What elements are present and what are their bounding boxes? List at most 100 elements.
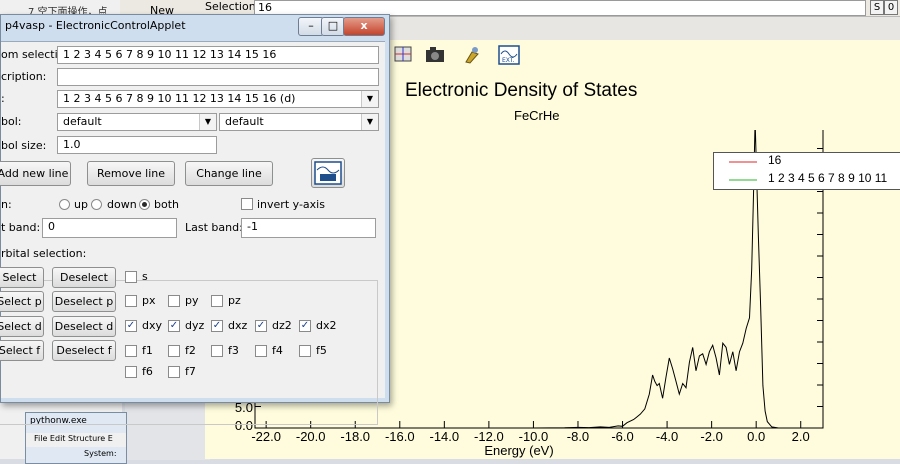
description-input[interactable] xyxy=(57,68,379,86)
orbital-dxz-checkbox[interactable]: ✓ xyxy=(211,320,223,332)
chart-legend: 16 1 2 3 4 5 6 7 8 9 10 11 xyxy=(713,152,900,190)
orbital-dxz-label: dxz xyxy=(228,319,248,332)
legend-swatch-red xyxy=(729,161,757,163)
x-axis-label: Energy (eV) xyxy=(484,443,553,458)
line-dropdown[interactable]: 1 2 3 4 5 6 7 8 9 10 11 12 13 14 15 16 (… xyxy=(57,90,379,108)
dialog-title: p4vasp - ElectronicControlApplet xyxy=(5,19,186,32)
electronic-control-dialog[interactable]: p4vasp - ElectronicControlApplet – □ x o… xyxy=(0,14,390,425)
orbital-px-checkbox[interactable] xyxy=(125,295,137,307)
orbital-px-label: px xyxy=(142,294,156,307)
orbital-f7-checkbox[interactable] xyxy=(168,366,180,378)
symbol-dropdown-2-value: default xyxy=(225,115,264,128)
x-tick-label-10: -2.0 xyxy=(700,429,722,444)
export-icon[interactable]: EXT. xyxy=(497,44,521,66)
orbital-f4-label: f4 xyxy=(272,344,283,357)
legend-label-16: 16 xyxy=(768,153,782,167)
chevron-down-icon[interactable]: ▼ xyxy=(361,114,378,130)
chevron-down-icon[interactable]: ▼ xyxy=(361,91,378,107)
orbital-py-checkbox[interactable] xyxy=(168,295,180,307)
spin-both-label: both xyxy=(154,198,179,211)
x-tick-label-0: -22.0 xyxy=(251,429,281,444)
grid-icon[interactable] xyxy=(392,44,416,66)
orbital-dxy-checkbox[interactable]: ✓ xyxy=(125,320,137,332)
select-all-button[interactable]: Select all xyxy=(0,267,44,303)
pythonw-menubar[interactable]: File Edit Structure E xyxy=(26,433,126,447)
invert-y-axis-checkbox[interactable] xyxy=(241,198,253,210)
orbital-s-label: s xyxy=(142,270,148,283)
spin-up-radio[interactable] xyxy=(59,199,70,210)
chevron-down-icon[interactable]: ▼ xyxy=(199,114,216,130)
orbital-f1-checkbox[interactable] xyxy=(125,345,137,357)
spin-both-radio[interactable] xyxy=(139,199,150,210)
embed-button[interactable] xyxy=(311,158,345,188)
select-d-button[interactable]: Select d xyxy=(0,316,44,337)
orbital-f7-label: f7 xyxy=(185,365,196,378)
orbital-pz-label: pz xyxy=(228,294,241,307)
orbital-f3-checkbox[interactable] xyxy=(211,345,223,357)
orbital-f5-checkbox[interactable] xyxy=(299,345,311,357)
symbol-dropdown-1[interactable]: default ▼ xyxy=(57,113,217,131)
x-tick-label-3: -16.0 xyxy=(385,429,415,444)
orbital-dz2-label: dz2 xyxy=(272,319,292,332)
orbital-dx2-label: dx2 xyxy=(316,319,337,332)
orbital-f2-checkbox[interactable] xyxy=(168,345,180,357)
last-band-input[interactable]: -1 xyxy=(241,218,376,238)
remove-line-button[interactable]: Remove line xyxy=(87,161,175,186)
description-label: cription: xyxy=(1,70,47,83)
first-band-label: t band: xyxy=(1,221,41,234)
symbol-label: bol: xyxy=(1,115,22,128)
close-button[interactable]: x xyxy=(343,17,385,36)
orbital-dyz-label: dyz xyxy=(185,319,205,332)
zero-button[interactable]: 0 xyxy=(884,0,898,15)
orbital-dxy-label: dxy xyxy=(142,319,163,332)
selection-label: Selection: xyxy=(205,0,260,13)
x-tick-label-2: -18.0 xyxy=(340,429,370,444)
orbital-dz2-checkbox[interactable]: ✓ xyxy=(255,320,267,332)
orbital-py-label: py xyxy=(185,294,199,307)
embed-icon xyxy=(314,161,342,185)
x-tick-label-7: -8.0 xyxy=(567,429,589,444)
symbol-size-label: bol size: xyxy=(1,139,47,152)
x-tick-label-11: 0.0 xyxy=(747,429,765,444)
spin-up-label: up xyxy=(74,198,88,211)
pin-icon[interactable] xyxy=(460,44,484,66)
select-p-button[interactable]: Select p xyxy=(0,291,44,312)
orbital-dyz-checkbox[interactable]: ✓ xyxy=(168,320,180,332)
x-tick-label-9: -4.0 xyxy=(656,429,678,444)
pythonw-menu-items[interactable]: File Edit Structure E xyxy=(34,434,113,443)
deselect-f-button[interactable]: Deselect f xyxy=(52,340,116,361)
orbital-f3-label: f3 xyxy=(228,344,239,357)
select-f-button[interactable]: Select f xyxy=(0,340,44,361)
symbol-size-input[interactable]: 1.0 xyxy=(57,136,217,154)
add-new-line-button[interactable]: Add new line xyxy=(0,161,71,186)
s-button[interactable]: S xyxy=(870,0,884,15)
legend-swatch-green xyxy=(729,179,757,181)
orbital-dx2-checkbox[interactable]: ✓ xyxy=(299,320,311,332)
orbital-s-checkbox[interactable] xyxy=(125,271,137,283)
legend-label-atoms: 1 2 3 4 5 6 7 8 9 10 11 xyxy=(768,171,888,185)
maximize-button[interactable]: □ xyxy=(321,17,345,36)
orbital-f2-label: f2 xyxy=(185,344,196,357)
first-band-input[interactable]: 0 xyxy=(42,218,177,238)
camera-icon[interactable] xyxy=(424,44,448,66)
orbital-f6-label: f6 xyxy=(142,365,153,378)
orbital-f5-label: f5 xyxy=(316,344,327,357)
symbol-dropdown-2[interactable]: default ▼ xyxy=(219,113,379,131)
deselect-d-button[interactable]: Deselect d xyxy=(52,316,116,337)
deselect-p-button[interactable]: Deselect p xyxy=(52,291,116,312)
invert-y-axis-label: invert y-axis xyxy=(257,198,325,211)
atom-selection-input[interactable]: 1 2 3 4 5 6 7 8 9 10 11 12 13 14 15 16 xyxy=(57,46,379,64)
line-label: : xyxy=(1,92,5,105)
last-band-label: Last band: xyxy=(185,221,243,234)
orbital-f4-checkbox[interactable] xyxy=(255,345,267,357)
orbital-f6-checkbox[interactable] xyxy=(125,366,137,378)
spin-down-radio[interactable] xyxy=(91,199,102,210)
x-tick-label-4: -14.0 xyxy=(430,429,460,444)
deselect-all-button[interactable]: Deselect all xyxy=(52,267,116,303)
pythonw-system-label: System: xyxy=(84,449,117,458)
selection-value: 16 xyxy=(258,1,272,14)
spin-label: n: xyxy=(1,198,12,211)
change-line-button[interactable]: Change line xyxy=(185,161,273,186)
orbital-pz-checkbox[interactable] xyxy=(211,295,223,307)
x-tick-label-5: -12.0 xyxy=(474,429,504,444)
